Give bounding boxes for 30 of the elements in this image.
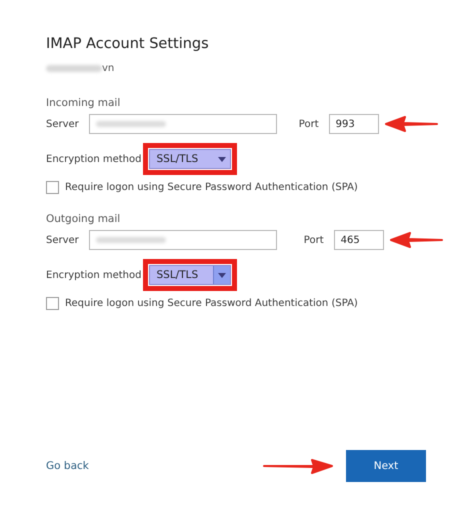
checkbox[interactable] (46, 296, 59, 310)
server-field[interactable] (88, 230, 277, 250)
field-label: Server (46, 234, 79, 246)
field-label: Port (304, 234, 324, 246)
arrow-icon (262, 458, 334, 474)
encryption-dropdown[interactable]: SSL/TLS (149, 265, 232, 285)
redacted-text (46, 64, 102, 72)
server-field[interactable] (88, 114, 277, 134)
window-title: IMAP Account Settings (46, 36, 210, 54)
field-label: Port (298, 118, 319, 130)
checkbox-label: Require logon using Secure Password Authentication (SPA) (65, 298, 358, 308)
go-back-link[interactable]: Go back (46, 460, 262, 472)
field-label: Encryption method (46, 154, 142, 164)
caret-icon (218, 156, 226, 162)
encryption-dropdown[interactable]: SSL/TLS (149, 149, 232, 169)
next-button[interactable]: Next (346, 450, 426, 482)
port-field[interactable]: 465 (334, 230, 384, 250)
arrow-icon (384, 116, 439, 132)
section-heading: Outgoing mail (46, 213, 122, 227)
section-heading: Incoming mail (46, 97, 122, 111)
checkbox[interactable] (46, 180, 59, 194)
field-label: Encryption method (46, 270, 142, 280)
port-field[interactable]: 993 (328, 114, 379, 134)
field-label: Server (46, 118, 79, 130)
arrow-icon (390, 232, 444, 248)
redacted-text (96, 237, 166, 243)
account-email: vn (102, 62, 114, 74)
redacted-text (96, 121, 166, 127)
caret-icon (218, 272, 226, 278)
checkbox-label: Require logon using Secure Password Authentication (SPA) (65, 182, 358, 192)
